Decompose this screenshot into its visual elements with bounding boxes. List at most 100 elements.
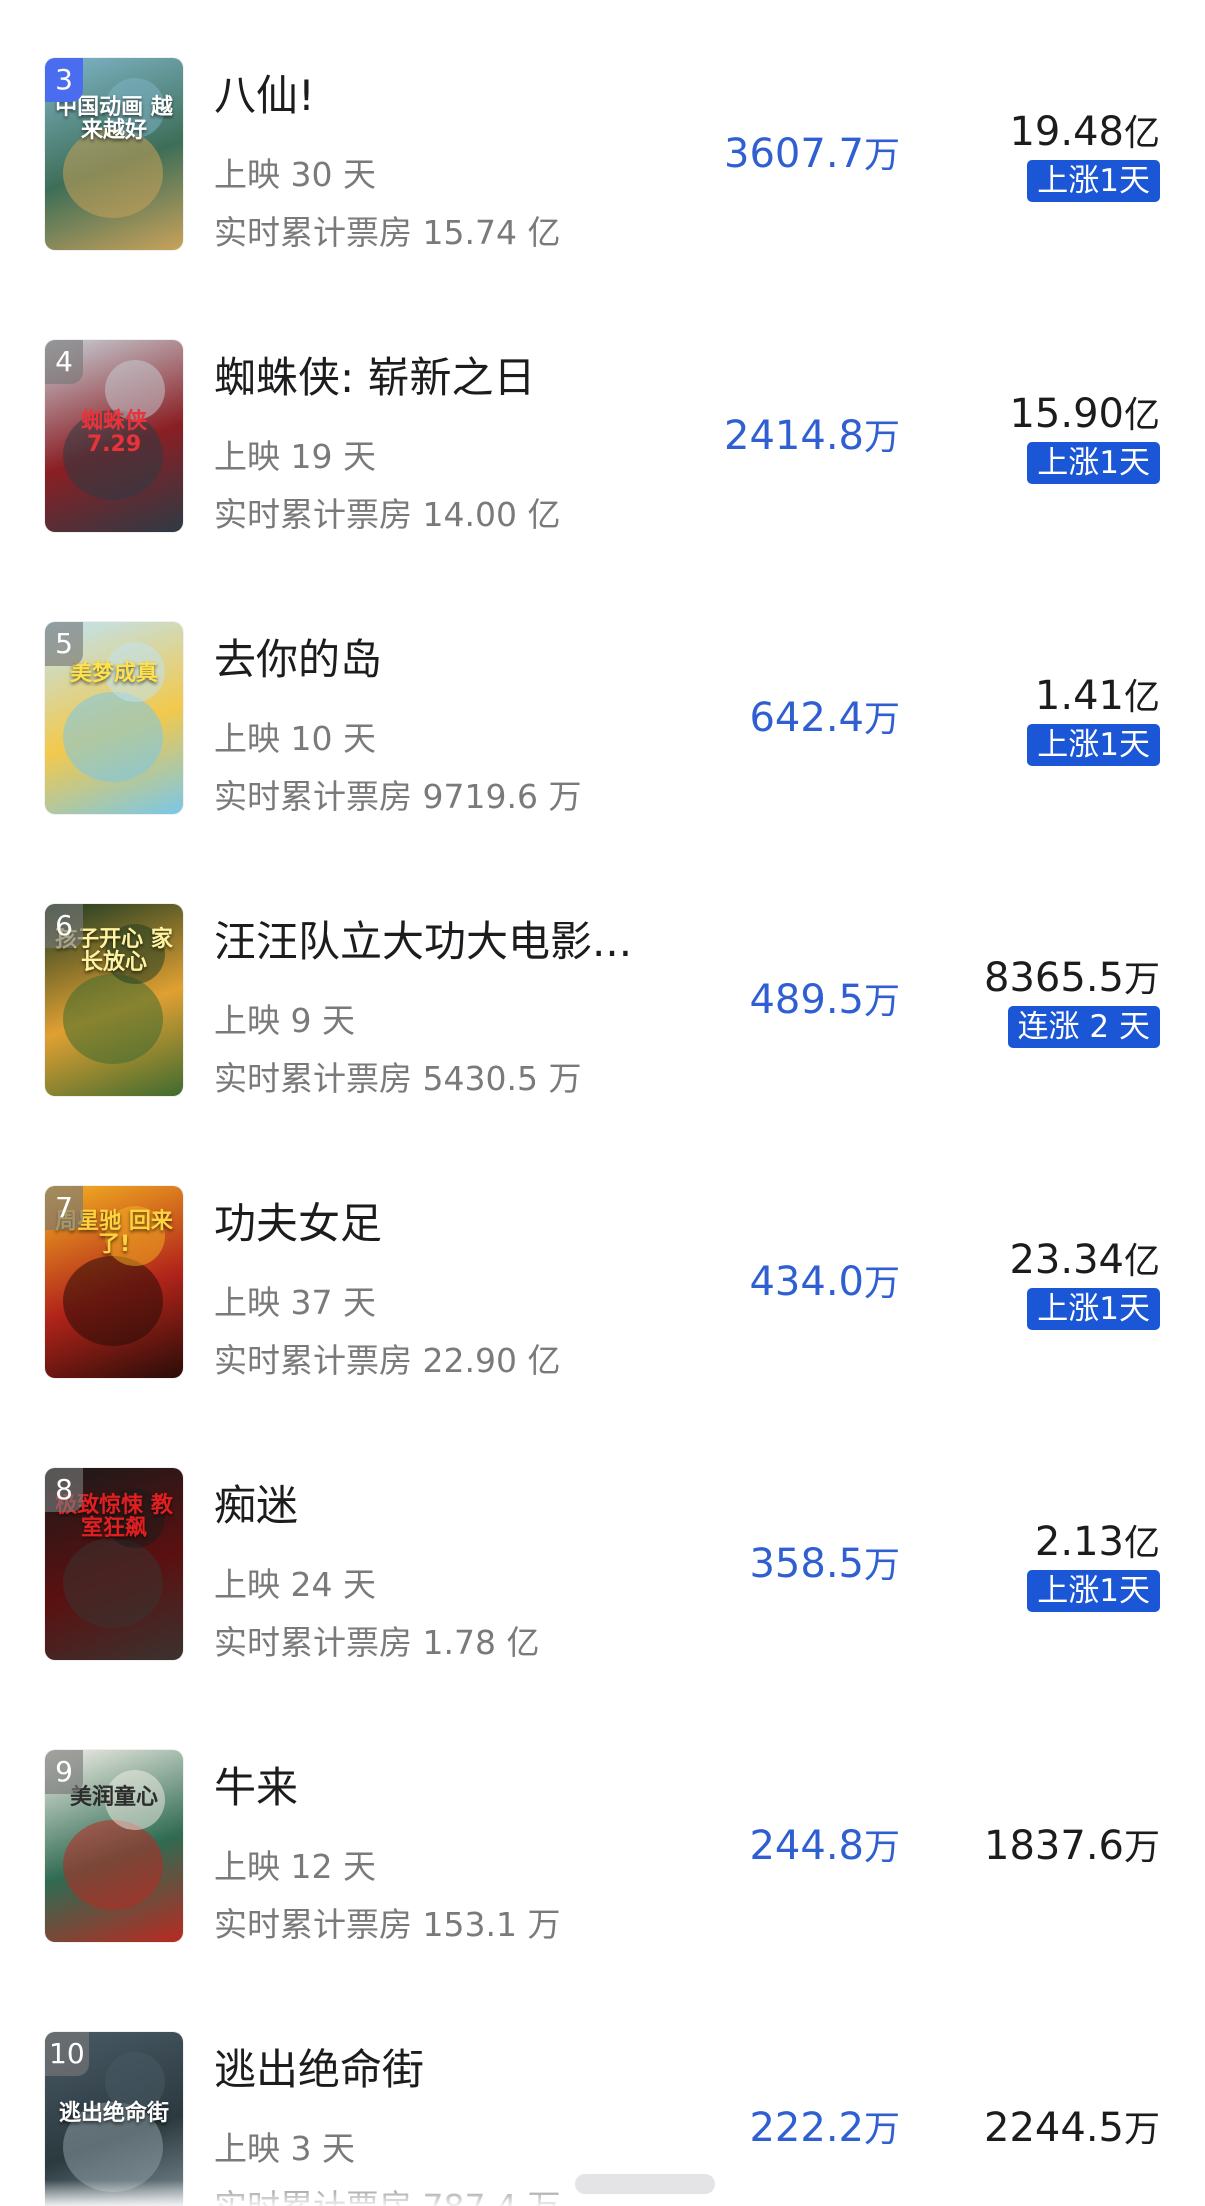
- total-unit: 万: [1123, 1827, 1160, 1868]
- total-value: 8365.5: [984, 955, 1124, 1001]
- scroll-indicator[interactable]: [575, 2174, 715, 2194]
- today-unit: 万: [863, 981, 900, 1022]
- total-unit: 万: [1123, 2109, 1160, 2150]
- today-box-office: 222.2万: [749, 2100, 900, 2152]
- movie-row[interactable]: 9 美润童心 牛来 上映 12 天 实时累计票房 153.1 万 244.8万 …: [0, 1692, 1205, 1974]
- days-showing: 上映 37 天: [214, 1283, 376, 1322]
- cumulative-box-office: 实时累计票房 787.4 万: [214, 2180, 560, 2206]
- poster-shape: [63, 1256, 163, 1346]
- days-showing: 上映 3 天: [214, 2129, 355, 2168]
- movie-row[interactable]: 5 美梦成真 去你的岛 上映 10 天 实时累计票房 9719.6 万 642.…: [0, 564, 1205, 846]
- poster-caption: 逃出绝命街: [58, 2101, 169, 2126]
- rank-badge: 9: [45, 1750, 83, 1794]
- poster-caption: 蜘蛛侠 7.29: [80, 409, 147, 458]
- forecast-total: 23.34亿: [1009, 1232, 1160, 1284]
- total-value: 1.41: [1034, 673, 1124, 719]
- forecast-total: 1837.6万: [984, 1818, 1160, 1870]
- today-value: 489.5: [749, 977, 864, 1023]
- movie-poster[interactable]: 8 极致惊悚 教室狂飙: [45, 1468, 183, 1660]
- total-unit: 亿: [1123, 113, 1160, 154]
- today-box-office: 358.5万: [749, 1536, 900, 1588]
- movie-title[interactable]: 去你的岛: [214, 626, 382, 687]
- movie-poster[interactable]: 6 孩子开心 家长放心: [45, 904, 183, 1096]
- total-value: 2244.5: [984, 2105, 1124, 2151]
- today-unit: 万: [863, 1827, 900, 1868]
- movie-title[interactable]: 蜘蛛侠: 崭新之日: [214, 344, 536, 405]
- rank-badge: 10: [45, 2032, 89, 2076]
- total-unit: 亿: [1123, 677, 1160, 718]
- today-unit: 万: [863, 135, 900, 176]
- movie-row[interactable]: 8 极致惊悚 教室狂飙 痴迷 上映 24 天 实时累计票房 1.78 亿 358…: [0, 1410, 1205, 1692]
- movie-poster[interactable]: 4 蜘蛛侠 7.29: [45, 340, 183, 532]
- trend-badge: 上涨1天: [1027, 1288, 1160, 1330]
- days-showing: 上映 10 天: [214, 719, 376, 758]
- today-unit: 万: [863, 1545, 900, 1586]
- cumulative-box-office: 实时累计票房 15.74 亿: [214, 213, 561, 252]
- today-unit: 万: [863, 699, 900, 740]
- movie-row[interactable]: 6 孩子开心 家长放心 汪汪队立大功大电影... 上映 9 天 实时累计票房 5…: [0, 846, 1205, 1128]
- today-box-office: 434.0万: [749, 1254, 900, 1306]
- today-value: 3607.7: [724, 131, 864, 177]
- today-box-office: 642.4万: [749, 690, 900, 742]
- total-unit: 亿: [1123, 1523, 1160, 1564]
- movie-poster[interactable]: 10 逃出绝命街: [45, 2032, 183, 2206]
- total-value: 19.48: [1009, 109, 1124, 155]
- total-value: 2.13: [1034, 1519, 1124, 1565]
- today-value: 358.5: [749, 1541, 864, 1587]
- forecast-total: 19.48亿: [1009, 104, 1160, 156]
- days-showing: 上映 19 天: [214, 437, 376, 476]
- poster-caption: 中国动画 越来越好: [55, 95, 173, 144]
- days-showing: 上映 24 天: [214, 1565, 376, 1604]
- today-value: 222.2: [749, 2105, 864, 2151]
- movie-title[interactable]: 八仙!: [214, 62, 315, 123]
- forecast-total: 1.41亿: [1035, 668, 1160, 720]
- poster-shape: [63, 692, 163, 782]
- rank-badge: 8: [45, 1468, 83, 1512]
- today-box-office: 244.8万: [749, 1818, 900, 1870]
- today-value: 434.0: [749, 1259, 864, 1305]
- total-value: 15.90: [1009, 391, 1124, 437]
- forecast-total: 15.90亿: [1009, 386, 1160, 438]
- trend-badge: 连涨 2 天: [1007, 1006, 1160, 1048]
- movie-row[interactable]: 3 中国动画 越来越好 八仙! 上映 30 天 实时累计票房 15.74 亿 3…: [0, 0, 1205, 282]
- movie-title[interactable]: 功夫女足: [214, 1190, 382, 1251]
- movie-row[interactable]: 7 周星驰 回来了! 功夫女足 上映 37 天 实时累计票房 22.90 亿 4…: [0, 1128, 1205, 1410]
- rank-badge: 7: [45, 1186, 83, 1230]
- trend-badge: 上涨1天: [1027, 442, 1160, 484]
- today-box-office: 3607.7万: [724, 126, 900, 178]
- rank-badge: 4: [45, 340, 83, 384]
- movie-row[interactable]: 10 逃出绝命街 逃出绝命街 上映 3 天 实时累计票房 787.4 万 222…: [0, 1974, 1205, 2206]
- trend-badge: 上涨1天: [1027, 724, 1160, 766]
- today-unit: 万: [863, 1263, 900, 1304]
- today-value: 2414.8: [724, 413, 864, 459]
- today-unit: 万: [863, 2109, 900, 2150]
- trend-badge: 上涨1天: [1027, 1570, 1160, 1612]
- days-showing: 上映 30 天: [214, 155, 376, 194]
- poster-shape: [63, 974, 163, 1064]
- forecast-total: 2244.5万: [984, 2100, 1160, 2152]
- total-unit: 亿: [1123, 1241, 1160, 1282]
- total-value: 23.34: [1009, 1237, 1124, 1283]
- days-showing: 上映 12 天: [214, 1847, 376, 1886]
- total-unit: 亿: [1123, 395, 1160, 436]
- today-box-office: 2414.8万: [724, 408, 900, 460]
- forecast-total: 8365.5万: [984, 950, 1160, 1002]
- cumulative-box-office: 实时累计票房 153.1 万: [214, 1905, 561, 1944]
- movie-poster[interactable]: 5 美梦成真: [45, 622, 183, 814]
- cumulative-box-office: 实时累计票房 9719.6 万: [214, 777, 582, 816]
- movie-poster[interactable]: 9 美润童心: [45, 1750, 183, 1942]
- today-value: 642.4: [749, 695, 864, 741]
- movie-row[interactable]: 4 蜘蛛侠 7.29 蜘蛛侠: 崭新之日 上映 19 天 实时累计票房 14.0…: [0, 282, 1205, 564]
- today-box-office: 489.5万: [749, 972, 900, 1024]
- cumulative-box-office: 实时累计票房 14.00 亿: [214, 495, 561, 534]
- days-showing: 上映 9 天: [214, 1001, 355, 1040]
- movie-poster[interactable]: 3 中国动画 越来越好: [45, 58, 183, 250]
- total-unit: 万: [1123, 959, 1160, 1000]
- cumulative-box-office: 实时累计票房 5430.5 万: [214, 1059, 582, 1098]
- movie-title[interactable]: 汪汪队立大功大电影...: [214, 908, 632, 969]
- trend-badge: 上涨1天: [1027, 160, 1160, 202]
- movie-title[interactable]: 痴迷: [214, 1472, 298, 1533]
- movie-title[interactable]: 牛来: [214, 1754, 298, 1815]
- movie-title[interactable]: 逃出绝命街: [214, 2036, 424, 2097]
- movie-poster[interactable]: 7 周星驰 回来了!: [45, 1186, 183, 1378]
